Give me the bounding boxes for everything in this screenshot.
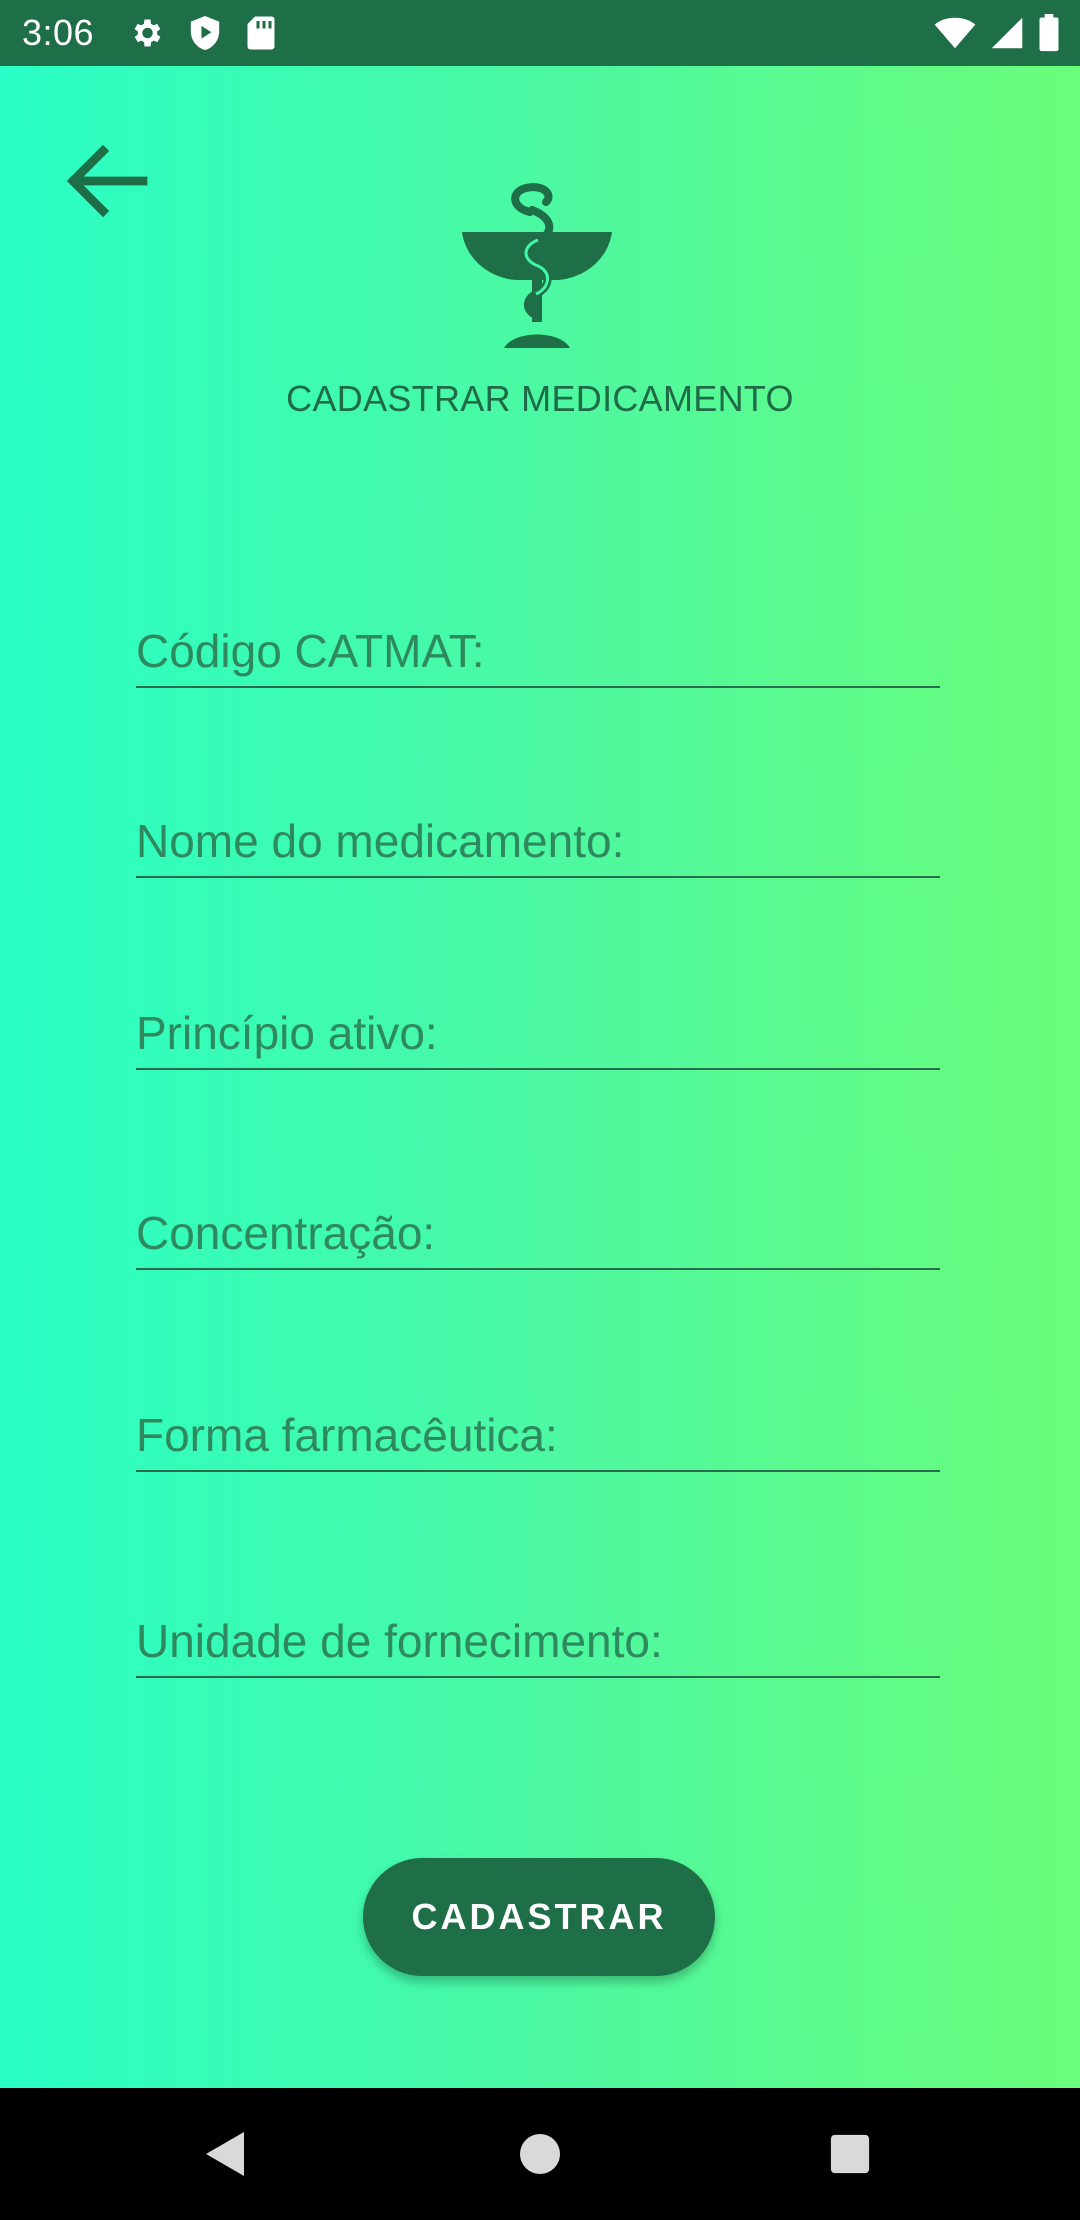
unidade-fornecimento-input[interactable] — [136, 1614, 940, 1668]
page-title: CADASTRAR MEDICAMENTO — [286, 378, 794, 419]
nome-medicamento-field[interactable] — [136, 814, 940, 878]
arrow-left-icon — [66, 144, 148, 218]
nome-medicamento-input[interactable] — [136, 814, 940, 868]
status-system-icons — [934, 14, 1060, 52]
status-time: 3:06 — [22, 12, 95, 53]
codigo-catmat-input[interactable] — [136, 624, 940, 678]
codigo-catmat-field[interactable] — [136, 624, 940, 688]
forma-farmaceutica-input[interactable] — [136, 1408, 940, 1462]
shield-play-icon — [190, 16, 220, 50]
nav-home-button[interactable] — [480, 2088, 600, 2220]
back-triangle-icon — [206, 2132, 244, 2176]
cadastrar-button[interactable]: CADASTRAR — [363, 1858, 715, 1976]
nav-recents-button[interactable] — [790, 2088, 910, 2220]
pharmacy-bowl-of-hygieia-icon — [462, 183, 612, 348]
main-content: CADASTRAR MEDICAMENTO CADASTRAR — [0, 66, 1080, 2088]
battery-icon — [1039, 14, 1059, 52]
gear-icon — [134, 19, 161, 47]
unidade-fornecimento-field[interactable] — [136, 1614, 940, 1678]
nav-back-button[interactable] — [166, 2088, 286, 2220]
status-notification-icons — [128, 14, 276, 52]
principio-ativo-field[interactable] — [136, 1006, 940, 1070]
concentracao-input[interactable] — [136, 1206, 940, 1260]
home-circle-icon — [520, 2134, 560, 2174]
wifi-icon — [934, 17, 976, 49]
forma-farmaceutica-field[interactable] — [136, 1408, 940, 1472]
navigation-bar — [0, 2088, 1080, 2220]
concentracao-field[interactable] — [136, 1206, 940, 1270]
principio-ativo-input[interactable] — [136, 1006, 940, 1060]
status-bar: 3:06 — [0, 0, 1080, 66]
back-button[interactable] — [52, 126, 162, 236]
signal-icon — [991, 17, 1023, 49]
recents-square-icon — [830, 2134, 870, 2174]
sd-card-icon — [247, 16, 275, 50]
